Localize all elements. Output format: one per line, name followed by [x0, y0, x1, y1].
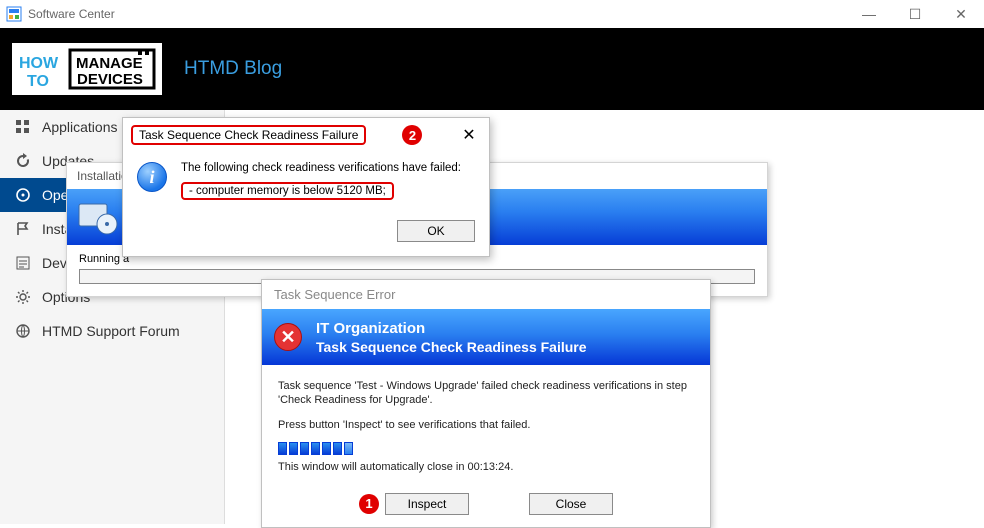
grid-icon	[14, 118, 32, 136]
annotation-callout-2: 2	[402, 125, 422, 145]
task-sequence-error-body: Task sequence 'Test - Windows Upgrade' f…	[262, 365, 710, 485]
check-readiness-title: Task Sequence Check Readiness Failure	[131, 125, 366, 145]
disc-icon	[14, 186, 32, 204]
svg-text:DEVICES: DEVICES	[77, 71, 143, 88]
sidebar-item-support-forum[interactable]: HTMD Support Forum	[0, 314, 224, 348]
brand-title: HTMD Blog	[184, 58, 282, 80]
error-body-line-2: Press button 'Inspect' to see verificati…	[278, 418, 694, 432]
checklist-icon	[14, 254, 32, 272]
task-sequence-error-window: Task Sequence Error ✕ IT Organization Ta…	[261, 279, 711, 528]
countdown-text: This window will automatically close in …	[278, 461, 694, 473]
window-titlebar: Software Center — ☐ ✕	[0, 0, 984, 28]
task-sequence-error-title: Task Sequence Error	[262, 280, 710, 309]
refresh-icon	[14, 152, 32, 170]
sidebar-item-label: HTMD Support Forum	[42, 323, 180, 339]
error-icon: ✕	[274, 323, 302, 351]
check-readiness-message: The following check readiness verificati…	[181, 162, 461, 174]
software-center-icon	[6, 6, 22, 22]
ok-button[interactable]: OK	[397, 220, 475, 242]
sidebar-item-label: Applications	[42, 119, 118, 135]
info-icon: i	[137, 162, 167, 192]
organization-label: IT Organization	[316, 320, 587, 337]
window-controls: — ☐ ✕	[846, 0, 984, 28]
brand-bar: HOW TO MANAGE DEVICES HTMD Blog	[0, 28, 984, 110]
minimize-button[interactable]: —	[846, 0, 892, 28]
svg-text:HOW: HOW	[19, 55, 59, 72]
check-readiness-dialog: Task Sequence Check Readiness Failure 2 …	[122, 117, 490, 257]
svg-text:TO: TO	[27, 73, 49, 90]
window-title: Software Center	[28, 7, 846, 21]
check-readiness-header: Task Sequence Check Readiness Failure 2 …	[123, 118, 489, 152]
svg-text:MANAGE: MANAGE	[76, 55, 143, 72]
gear-icon	[14, 288, 32, 306]
failure-headline: Task Sequence Check Readiness Failure	[316, 339, 587, 355]
error-body-line-1: Task sequence 'Test - Windows Upgrade' f…	[278, 379, 694, 408]
task-sequence-error-banner: ✕ IT Organization Task Sequence Check Re…	[262, 309, 710, 365]
task-sequence-error-buttons: 1 Inspect Close	[262, 485, 710, 527]
check-readiness-reason: - computer memory is below 5120 MB;	[181, 182, 394, 200]
task-sequence-error-banner-text: IT Organization Task Sequence Check Read…	[316, 320, 587, 355]
annotation-callout-1: 1	[359, 494, 379, 514]
globe-icon	[14, 322, 32, 340]
check-readiness-body: i The following check readiness verifica…	[123, 152, 489, 208]
flag-icon	[14, 220, 32, 238]
setup-disc-icon	[77, 196, 119, 238]
dialog-close-button[interactable]: ✕	[457, 124, 481, 146]
close-window-button[interactable]: ✕	[938, 0, 984, 28]
htmd-logo: HOW TO MANAGE DEVICES	[12, 43, 162, 95]
close-button[interactable]: Close	[529, 493, 613, 515]
countdown-progress	[278, 442, 694, 455]
maximize-button[interactable]: ☐	[892, 0, 938, 28]
check-readiness-buttons: OK	[123, 208, 489, 256]
inspect-button[interactable]: Inspect	[385, 493, 469, 515]
